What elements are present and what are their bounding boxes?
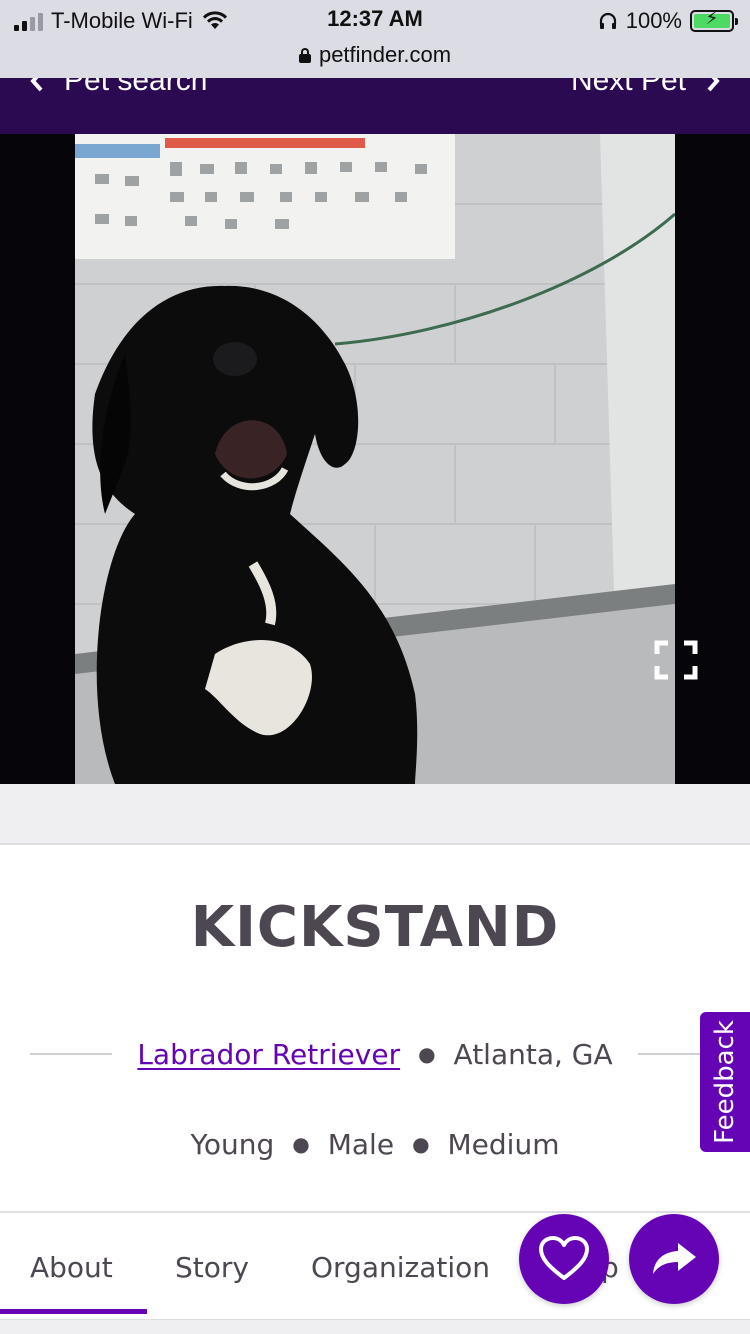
headphones-icon [599,12,616,29]
separator-dot: ● [418,1042,436,1066]
breed-location-row: Labrador Retriever ● Atlanta, GA [0,1034,750,1074]
pet-name: KICKSTAND [190,895,560,960]
tab-story[interactable]: Story [175,1251,249,1284]
pet-size: Medium [447,1127,560,1161]
feedback-tab[interactable]: Feedback [700,1012,750,1152]
url-bar[interactable]: petfinder.com [0,40,750,70]
battery-percent: 100% [625,8,682,33]
active-tab-indicator [0,1309,147,1314]
section-divider [0,784,750,845]
pet-location: Atlanta, GA [453,1037,613,1071]
share-arrow-icon [653,1243,696,1274]
battery-icon: ⚡ [690,8,738,32]
pet-search-link[interactable]: Pet search [30,78,207,98]
lock-icon [298,47,311,63]
pet-sex: Male [327,1127,395,1161]
heart-icon [539,1236,589,1280]
pet-age: Young [190,1127,275,1161]
fullscreen-icon[interactable] [654,640,698,680]
attributes-row: Young ● Male ● Medium [0,1124,750,1164]
breed-link[interactable]: Labrador Retriever [137,1038,400,1071]
pet-photo [75,134,675,784]
tabbar-bottom-edge [0,1319,750,1334]
chevron-left-icon [30,78,43,92]
chevron-right-icon [707,78,720,92]
separator-dot: ● [292,1132,310,1156]
status-right: 100% ⚡ [598,6,738,36]
tab-about[interactable]: About [30,1251,113,1284]
tab-organization[interactable]: Organization [311,1251,490,1284]
favorite-button[interactable] [519,1214,609,1304]
pet-search-label: Pet search [64,78,208,97]
pet-navigation-bar: Pet search Next Pet [0,78,750,134]
status-bar: T-Mobile Wi-Fi 12:37 AM 100% ⚡ petfinder… [0,0,750,78]
separator-dot: ● [412,1132,430,1156]
share-button[interactable] [629,1214,719,1304]
next-pet-label: Next Pet [570,78,686,97]
feedback-label: Feedback [710,1020,741,1144]
next-pet-link[interactable]: Next Pet [571,78,720,98]
url-text: petfinder.com [318,42,452,67]
photo-carousel[interactable] [0,134,750,784]
